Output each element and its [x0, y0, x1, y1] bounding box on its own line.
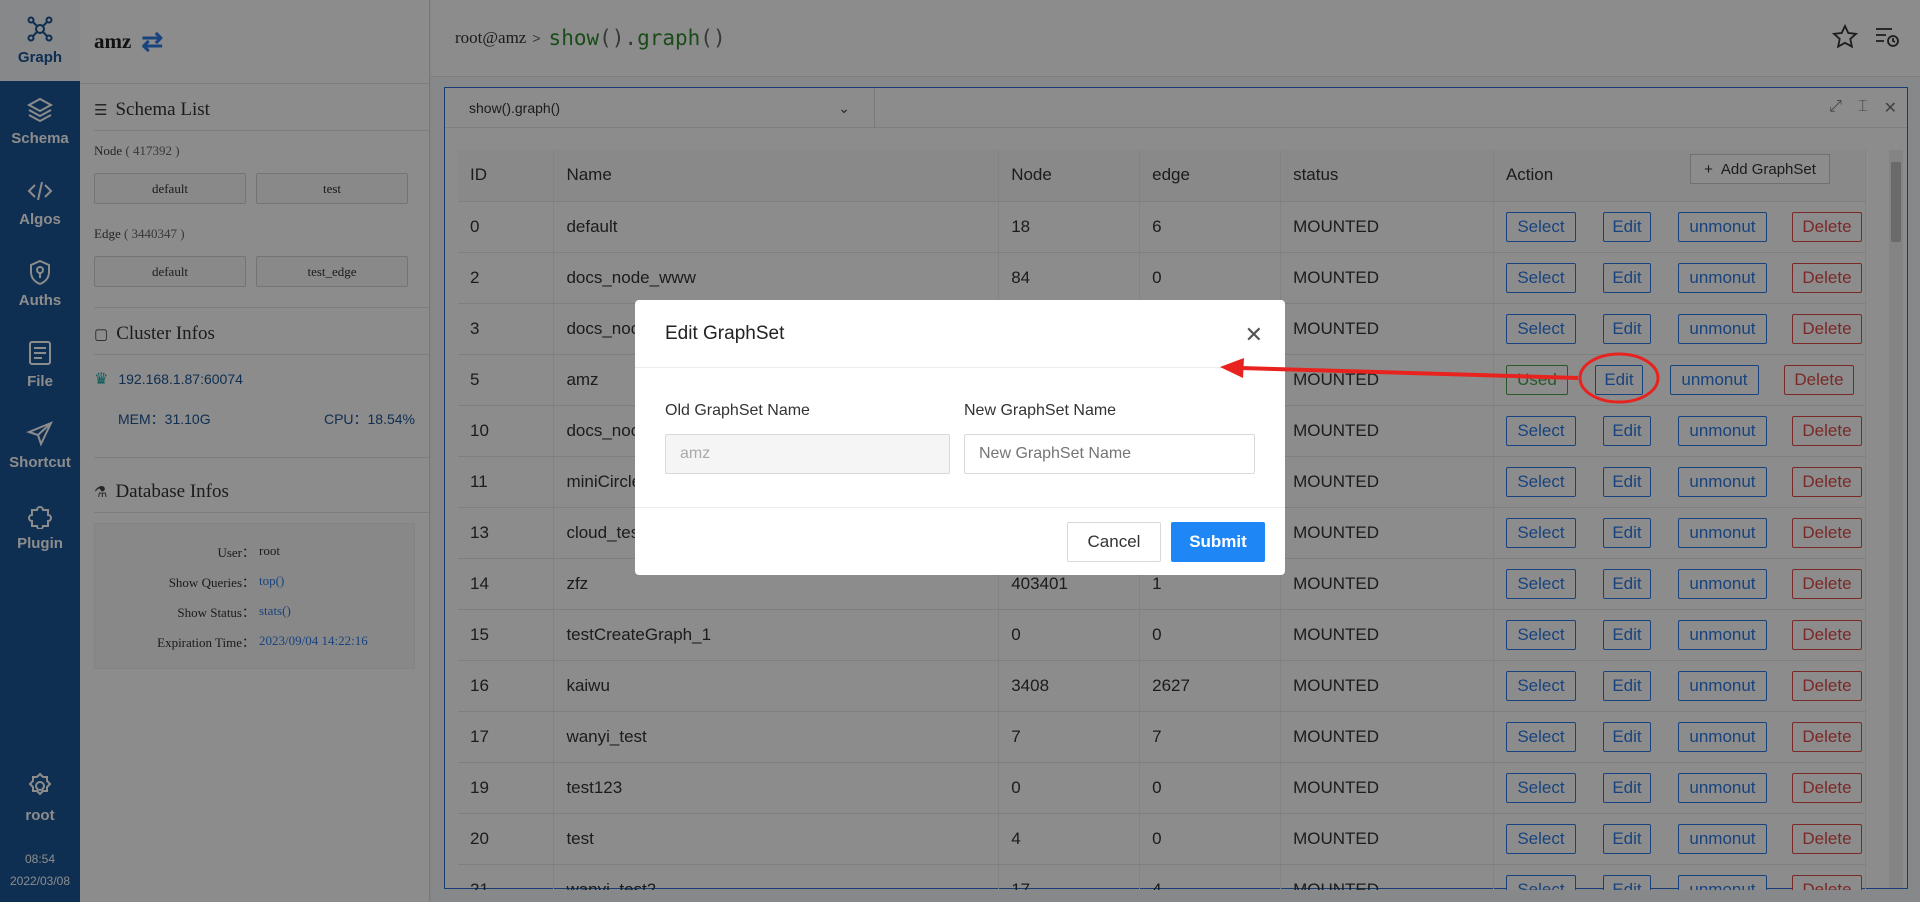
- edit-graphset-modal: Edit GraphSet ✕ Old GraphSet Name amz Ne…: [635, 300, 1285, 575]
- new-name-label: New GraphSet Name: [964, 402, 1117, 419]
- modal-header: Edit GraphSet ✕: [635, 300, 1285, 368]
- old-name-field: Old GraphSet Name amz: [665, 402, 950, 474]
- modal-footer: Cancel Submit: [635, 507, 1285, 575]
- new-name-input[interactable]: [964, 434, 1255, 474]
- close-icon[interactable]: ✕: [1245, 322, 1263, 348]
- old-name-label: Old GraphSet Name: [665, 402, 810, 419]
- new-name-field: New GraphSet Name: [964, 402, 1255, 474]
- old-name-input: amz: [665, 434, 950, 474]
- modal-title: Edit GraphSet: [665, 322, 785, 344]
- submit-button[interactable]: Submit: [1171, 522, 1265, 562]
- cancel-button[interactable]: Cancel: [1067, 522, 1161, 562]
- modal-body: Old GraphSet Name amz New GraphSet Name: [635, 368, 1285, 474]
